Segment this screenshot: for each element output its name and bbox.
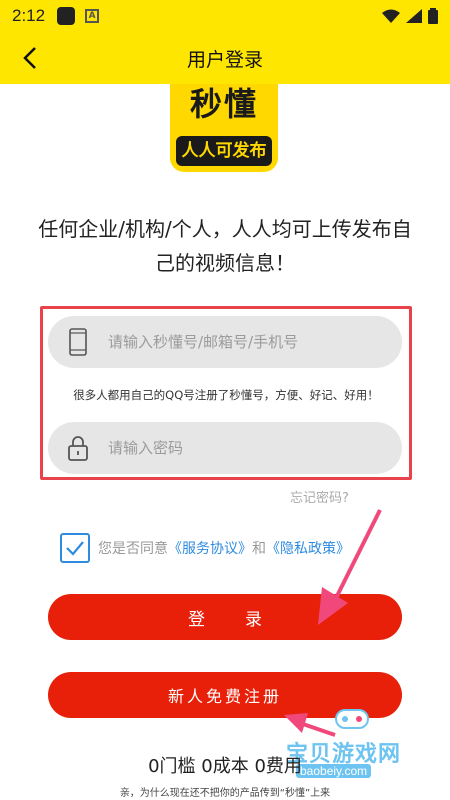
service-agreement-link[interactable]: 《服务协议》 bbox=[168, 538, 252, 558]
logo-sub-text: 人人可发布 bbox=[176, 136, 272, 166]
wifi-icon bbox=[382, 9, 400, 23]
status-bar: 2:12 A bbox=[0, 0, 450, 32]
chevron-left-icon bbox=[23, 47, 36, 69]
slogan-line-2: 己的视频信息！ bbox=[155, 251, 295, 275]
login-button[interactable]: 登录 bbox=[48, 594, 402, 640]
agreement-row: 您是否同意 《服务协议》 和 《隐私政策》 bbox=[60, 533, 350, 563]
account-input[interactable] bbox=[108, 333, 388, 351]
phone-icon bbox=[48, 328, 108, 356]
agreement-and: 和 bbox=[252, 541, 266, 557]
a-notification-icon: A bbox=[85, 9, 100, 23]
agreement-prefix: 您是否同意 bbox=[98, 541, 168, 557]
status-time: 2:12 bbox=[12, 6, 46, 25]
back-button[interactable] bbox=[14, 42, 46, 74]
signal-icon bbox=[406, 9, 422, 23]
password-input-row[interactable] bbox=[48, 422, 402, 474]
logo-main-text: 秒懂 bbox=[189, 85, 258, 123]
check-icon bbox=[66, 541, 84, 556]
gamepad-icon bbox=[335, 709, 369, 729]
agreement-checkbox[interactable] bbox=[60, 533, 90, 563]
app-logo: 秒懂 人人可发布 bbox=[170, 84, 278, 172]
privacy-policy-link[interactable]: 《隐私政策》 bbox=[266, 538, 350, 558]
page-title: 用户登录 bbox=[186, 48, 263, 71]
battery-icon bbox=[428, 8, 438, 24]
lock-icon bbox=[48, 435, 108, 461]
slogan-line-1: 任何企业/机构/个人，人人均可上传发布自 bbox=[38, 217, 412, 241]
password-input[interactable] bbox=[108, 439, 388, 457]
forgot-password-link[interactable]: 忘记密码? bbox=[290, 487, 349, 506]
bottom-text: 亲，为什么现在还不把你的产品传到“秒懂”上来 bbox=[119, 788, 331, 799]
account-tip: 很多人都用自己的QQ号注册了秒懂号，方便、好记、好用！ bbox=[73, 388, 379, 402]
slogan: 任何企业/机构/个人，人人均可上传发布自 己的视频信息！ bbox=[20, 212, 430, 280]
header: 用户登录 bbox=[0, 32, 450, 84]
app-notification-icon bbox=[57, 7, 76, 25]
bottom-slogan: 0门槛 0成本 0费用 bbox=[148, 756, 302, 777]
account-input-row[interactable] bbox=[48, 316, 402, 368]
